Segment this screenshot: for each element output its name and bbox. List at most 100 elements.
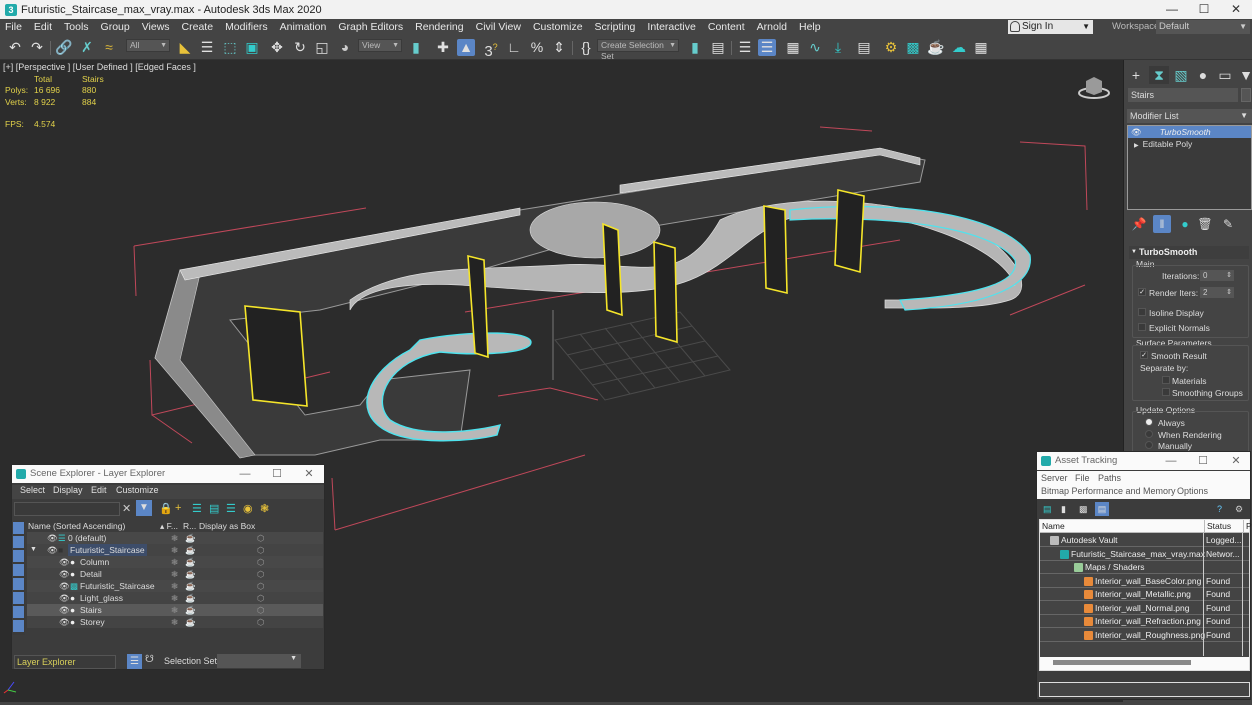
percent-snap-icon[interactable]: % xyxy=(528,39,546,56)
select-move-icon[interactable]: ✥ xyxy=(268,39,286,56)
maximize-button[interactable]: ☐ xyxy=(266,465,288,483)
align-icon[interactable]: ▤ xyxy=(709,39,727,56)
visibility-eye-icon[interactable]: 👁 xyxy=(59,616,70,628)
asset-row[interactable]: Interior_wall_Roughness.png Found xyxy=(1040,628,1249,642)
add-to-layer-icon[interactable]: ☰ xyxy=(192,502,202,515)
box-display-icon[interactable]: ⬡ xyxy=(257,568,264,580)
unlink-icon[interactable]: ✗ xyxy=(78,39,96,56)
layer-row[interactable]: 👁 ● Stairs ❃ ☕ ⬡ xyxy=(27,604,323,616)
layer-row[interactable]: 👁 ● Detail ❃ ☕ ⬡ xyxy=(27,568,323,580)
create-new-layer-icon[interactable]: + xyxy=(175,502,181,514)
box-display-icon[interactable]: ⬡ xyxy=(257,532,264,544)
schematic-view-icon[interactable]: ⤓ xyxy=(829,39,847,56)
menu-file[interactable]: File xyxy=(1075,473,1090,483)
hide-layer-icon[interactable]: ◉ xyxy=(243,502,253,515)
search-input[interactable] xyxy=(14,502,120,516)
render-production-icon[interactable]: ☕ xyxy=(927,39,945,56)
make-unique-icon[interactable]: ● xyxy=(1176,215,1194,233)
minimize-button[interactable]: — xyxy=(234,465,256,483)
layer-row[interactable]: 👁 ▩ Futuristic_Staircase ❃ ☕ ⬡ xyxy=(27,580,323,592)
close-button[interactable]: ✕ xyxy=(1225,452,1247,470)
column-status[interactable]: Status xyxy=(1204,520,1231,532)
render-teapot-icon[interactable]: ☕ xyxy=(185,580,196,592)
scene-explorer-icon[interactable]: ☰ xyxy=(736,39,754,56)
spinner-arrows-icon[interactable]: ⇕ xyxy=(1226,270,1232,281)
visibility-eye-icon[interactable]: 👁 xyxy=(47,532,58,544)
explorer-type-field[interactable]: Layer Explorer xyxy=(14,655,116,669)
visibility-eye-icon[interactable]: 👁 xyxy=(59,580,70,592)
maximize-button[interactable]: ☐ xyxy=(1188,0,1220,19)
menu-civil-view[interactable]: Civil View xyxy=(471,21,528,33)
menu-paths[interactable]: Paths xyxy=(1098,473,1121,483)
layer-explorer-icon[interactable]: ☰ xyxy=(758,39,776,56)
undo-icon[interactable]: ↶ xyxy=(6,39,24,56)
asset-row[interactable]: Autodesk Vault Logged... xyxy=(1040,534,1249,547)
scrollbar-thumb[interactable] xyxy=(1053,660,1191,665)
link-icon[interactable]: 🔗 xyxy=(55,39,73,56)
expand-arrow-icon[interactable]: ▶ xyxy=(1134,143,1139,149)
visibility-eye-icon[interactable]: 👁 xyxy=(59,556,70,568)
bind-space-warp-icon[interactable]: ≈ xyxy=(100,39,118,56)
layer-row[interactable]: 👁 ● Column ❃ ☕ ⬡ xyxy=(27,556,323,568)
menu-help[interactable]: Help xyxy=(794,21,828,33)
display-tab-icon[interactable]: ▭ xyxy=(1215,66,1235,84)
curve-editor-icon[interactable]: ∿ xyxy=(806,39,824,56)
filter-xrefs-icon[interactable] xyxy=(13,620,24,632)
menu-modifiers[interactable]: Modifiers xyxy=(220,21,275,33)
horizontal-scrollbar[interactable] xyxy=(1040,657,1249,670)
menu-group[interactable]: Group xyxy=(96,21,137,33)
render-teapot-icon[interactable]: ☕ xyxy=(185,568,196,580)
redo-icon[interactable]: ↷ xyxy=(28,39,46,56)
utilities-tab-icon[interactable]: ▼ xyxy=(1236,66,1252,84)
menu-scripting[interactable]: Scripting xyxy=(590,21,643,33)
menu-edit[interactable]: Edit xyxy=(91,485,107,495)
freeze-icon[interactable]: ❃ xyxy=(171,532,178,544)
sort-by-layer-icon[interactable]: ☰ xyxy=(127,654,142,669)
refresh-icon[interactable]: ▤ xyxy=(1043,504,1052,515)
box-display-icon[interactable]: ⬡ xyxy=(257,616,264,628)
modifier-list-dropdown[interactable]: Modifier List ▼ xyxy=(1127,109,1252,123)
menu-interactive[interactable]: Interactive xyxy=(642,21,702,33)
selection-set-dropdown[interactable]: ▼ xyxy=(217,654,301,668)
keyboard-shortcut-override-icon[interactable]: ▲ xyxy=(457,39,475,56)
sign-in-dropdown[interactable]: Sign In ▼ xyxy=(1008,20,1093,34)
menu-file[interactable]: File xyxy=(0,21,29,33)
menu-create[interactable]: Create xyxy=(177,21,221,33)
visibility-eye-icon[interactable]: 👁 xyxy=(47,544,58,556)
update-always-radio[interactable] xyxy=(1145,418,1153,426)
asset-row[interactable]: Futuristic_Staircase_max_vray.max Networ.… xyxy=(1040,547,1249,561)
spinner-arrows-icon[interactable]: ⇕ xyxy=(1226,287,1232,298)
set-current-layer-icon[interactable]: ☰ xyxy=(226,502,236,515)
freeze-icon[interactable]: ❃ xyxy=(171,580,178,592)
edit-named-selection-icon[interactable]: {} xyxy=(577,39,595,56)
sort-by-hierarchy-icon[interactable]: ☋ xyxy=(145,654,154,665)
configure-modifier-sets-icon[interactable]: ✎ xyxy=(1219,215,1237,233)
eye-icon[interactable]: 👁 xyxy=(1131,127,1142,137)
selection-filter-dropdown[interactable]: All ▼ xyxy=(126,39,170,52)
select-by-name-icon[interactable]: ☰ xyxy=(198,39,216,56)
rendered-frame-window-icon[interactable]: ▩ xyxy=(904,39,922,56)
render-teapot-icon[interactable]: ☕ xyxy=(185,544,196,556)
mirror-icon[interactable]: ▮ xyxy=(686,39,704,56)
column-display-as-box[interactable]: Display as Box xyxy=(199,520,255,532)
freeze-icon[interactable]: ❃ xyxy=(171,556,178,568)
smooth-result-checkbox[interactable]: ✓ xyxy=(1140,351,1148,359)
modify-tab-icon[interactable]: ⧗ xyxy=(1149,66,1169,84)
menu-tools[interactable]: Tools xyxy=(59,21,96,33)
iterations-spinner[interactable]: 0 ⇕ xyxy=(1200,270,1234,281)
menu-display[interactable]: Display xyxy=(53,485,83,495)
layer-row[interactable]: ▼ 👁 ■ Futuristic_Staircase ❃ ☕ ⬡ xyxy=(27,544,323,556)
filter-spacewarps-icon[interactable] xyxy=(13,592,24,604)
select-manipulate-icon[interactable]: ✚ xyxy=(434,39,452,56)
asset-row[interactable]: Interior_wall_Metallic.png Found xyxy=(1040,588,1249,601)
object-color-swatch[interactable] xyxy=(1241,88,1251,102)
filter-geometry-icon[interactable] xyxy=(13,522,24,534)
help-icon[interactable]: ? xyxy=(1217,504,1222,514)
list-view-icon[interactable]: ▮ xyxy=(1061,504,1066,515)
maximize-button[interactable]: ☐ xyxy=(1192,452,1214,470)
close-button[interactable]: ✕ xyxy=(298,465,320,483)
box-display-icon[interactable]: ⬡ xyxy=(257,592,264,604)
render-teapot-icon[interactable]: ☕ xyxy=(185,592,196,604)
ribbon-icon[interactable]: ▦ xyxy=(784,39,802,56)
hierarchy-tab-icon[interactable]: ▧ xyxy=(1171,66,1191,84)
